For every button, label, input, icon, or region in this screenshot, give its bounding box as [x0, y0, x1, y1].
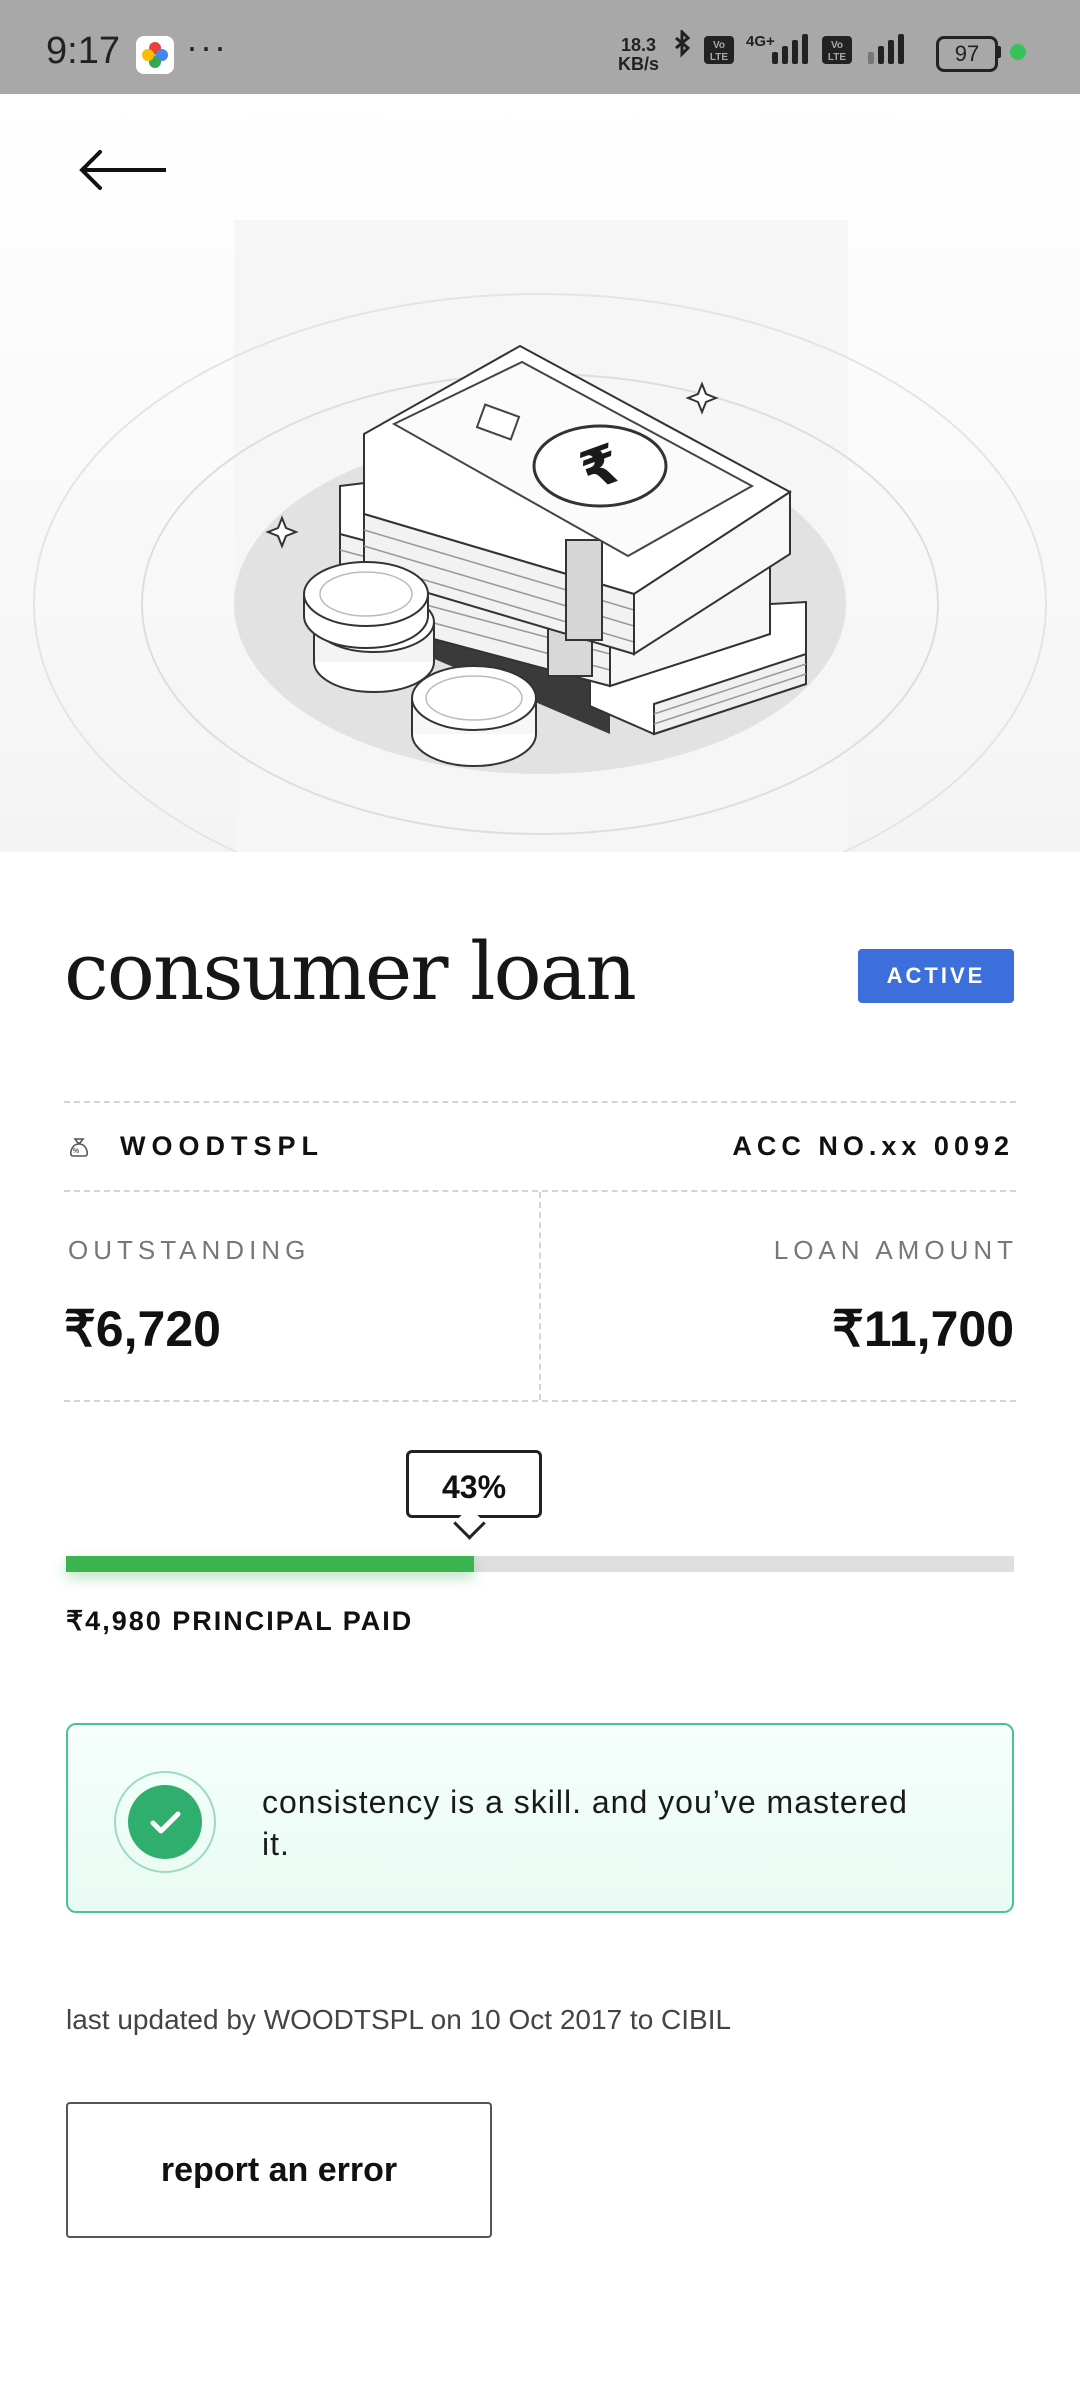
bluetooth-icon [675, 30, 691, 58]
loan-amount-label: LOAN AMOUNT [773, 1235, 1018, 1265]
account-number: ACC NO.xx 0092 [732, 1131, 1014, 1161]
consistency-card: consistency is a skill. and you’ve maste… [66, 1723, 1014, 1913]
loan-title: consumer loan [64, 925, 637, 1018]
check-ring [114, 1771, 216, 1873]
divider-vertical [539, 1192, 541, 1400]
svg-text:LTE: LTE [710, 52, 728, 63]
svg-text:LTE: LTE [828, 52, 846, 63]
outstanding-label: OUTSTANDING [68, 1235, 311, 1265]
lender-name: WOODTSPL [120, 1131, 324, 1161]
divider-bottom [64, 1400, 1016, 1402]
signal-icons: Vo LTE 4G+ Vo LTE [675, 30, 904, 64]
money-bag-icon: % [69, 1137, 89, 1157]
privacy-indicator-dot [1010, 44, 1026, 60]
checkmark-icon [150, 1811, 181, 1834]
repayment-progress-bar [66, 1556, 1014, 1572]
progress-fill [66, 1556, 474, 1572]
network-speed: 18.3 KB/s [618, 36, 659, 74]
status-time: 9:17 [46, 30, 120, 72]
back-button[interactable] [70, 140, 180, 200]
photos-app-icon [136, 36, 174, 74]
network-speed-unit: KB/s [618, 54, 660, 74]
report-error-button[interactable]: report an error [66, 2102, 492, 2238]
more-notifications-icon: ··· [186, 26, 228, 67]
svg-text:Vo: Vo [713, 40, 725, 51]
check-badge [128, 1785, 202, 1859]
4g-icon: 4G+ [746, 33, 775, 50]
back-arrow-icon [79, 150, 166, 190]
principal-paid: ₹4,980 PRINCIPAL PAID [66, 1606, 414, 1636]
loan-amount-value: ₹11,700 [832, 1301, 1014, 1357]
divider-top [64, 1101, 1016, 1103]
outstanding-value: ₹6,720 [64, 1301, 221, 1357]
svg-text:Vo: Vo [831, 40, 843, 51]
network-speed-value: 18.3 [620, 35, 657, 55]
progress-percent-tooltip: 43% [406, 1450, 542, 1518]
battery-tip [996, 46, 1001, 58]
svg-text:%: % [73, 1148, 85, 1155]
status-bar: 9:17 ··· 18.3 KB/s Vo LTE 4G+ Vo LTE 97 [0, 0, 1080, 94]
battery-icon: 97 [936, 36, 998, 72]
hero-illustration: ₹ [0, 94, 1080, 852]
status-badge: ACTIVE [858, 949, 1014, 1003]
consistency-message: consistency is a skill. and you’ve maste… [262, 1784, 908, 1862]
last-updated-text: last updated by WOODTSPL on 10 Oct 2017 … [66, 2004, 732, 2035]
rupee-notes-and-coins-illustration: ₹ [0, 94, 1080, 852]
lender-row: % WOODTSPL [68, 1131, 324, 1162]
